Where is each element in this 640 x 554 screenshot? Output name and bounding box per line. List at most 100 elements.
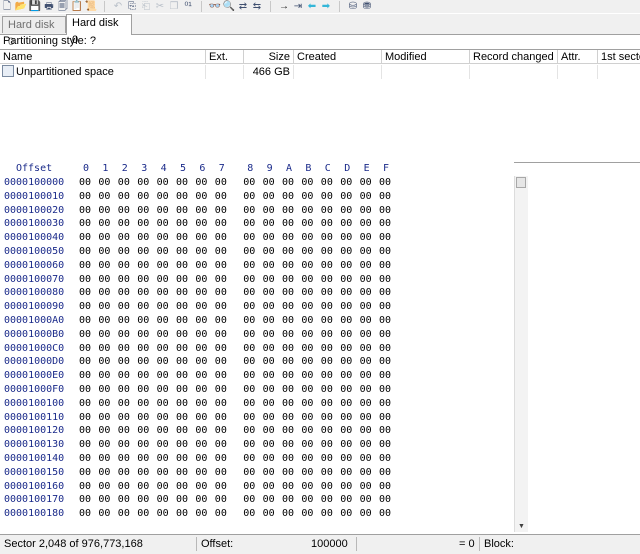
hex-byte[interactable]: 00: [243, 286, 255, 299]
hex-byte[interactable]: 00: [379, 300, 391, 313]
hex-byte[interactable]: 00: [301, 259, 313, 272]
hex-byte[interactable]: 00: [157, 273, 169, 286]
hex-byte[interactable]: 00: [301, 300, 313, 313]
hex-byte[interactable]: 00: [176, 328, 188, 341]
hex-byte[interactable]: 00: [282, 397, 294, 410]
hex-byte[interactable]: 00: [215, 273, 227, 286]
copy-icon[interactable]: ⎘: [125, 1, 139, 12]
hex-byte[interactable]: 00: [360, 259, 372, 272]
hex-byte[interactable]: 00: [195, 466, 207, 479]
hex-byte[interactable]: 00: [321, 438, 333, 451]
hex-byte[interactable]: 00: [79, 342, 91, 355]
hex-byte[interactable]: 00: [176, 217, 188, 230]
hex-byte[interactable]: 00: [118, 176, 130, 189]
hex-byte[interactable]: 00: [157, 480, 169, 493]
hex-byte[interactable]: 00: [243, 245, 255, 258]
hex-byte[interactable]: 00: [195, 273, 207, 286]
hex-byte[interactable]: 00: [118, 217, 130, 230]
hex-byte[interactable]: 00: [379, 493, 391, 506]
hex-byte[interactable]: 00: [98, 480, 110, 493]
hex-byte[interactable]: 00: [195, 217, 207, 230]
hex-offset[interactable]: 0000100140: [4, 452, 64, 465]
hex-byte[interactable]: 00: [137, 273, 149, 286]
hex-byte[interactable]: 00: [215, 300, 227, 313]
hex-byte[interactable]: 00: [157, 176, 169, 189]
hex-byte[interactable]: 00: [360, 273, 372, 286]
hex-byte[interactable]: 00: [176, 411, 188, 424]
column-header-attr[interactable]: Attr.: [558, 50, 598, 64]
hex-offset[interactable]: 00001000A0: [4, 314, 64, 327]
hex-byte[interactable]: 00: [98, 328, 110, 341]
hex-offset[interactable]: 0000100000: [4, 176, 64, 189]
hex-byte[interactable]: 00: [360, 176, 372, 189]
new-file-icon[interactable]: 🗋: [0, 1, 14, 12]
table-row-name[interactable]: Unpartitioned space: [0, 65, 206, 79]
hex-byte[interactable]: 00: [157, 217, 169, 230]
hex-byte[interactable]: 00: [321, 259, 333, 272]
hex-byte[interactable]: 00: [243, 273, 255, 286]
hex-byte[interactable]: 00: [215, 342, 227, 355]
hex-byte[interactable]: 00: [340, 452, 352, 465]
back-icon[interactable]: ⬅: [305, 1, 319, 12]
properties-icon[interactable]: 🗐: [56, 1, 70, 12]
hex-byte[interactable]: 00: [215, 245, 227, 258]
hex-byte[interactable]: 00: [215, 369, 227, 382]
hex-byte[interactable]: 00: [360, 438, 372, 451]
hex-byte[interactable]: 00: [301, 314, 313, 327]
hex-byte[interactable]: 00: [360, 190, 372, 203]
hex-byte[interactable]: 00: [263, 273, 275, 286]
hex-byte[interactable]: 00: [215, 493, 227, 506]
hex-byte[interactable]: 00: [321, 507, 333, 520]
hex-byte[interactable]: 00: [282, 411, 294, 424]
clone-icon[interactable]: ❐: [167, 1, 181, 12]
hex-byte[interactable]: 00: [118, 493, 130, 506]
hex-byte[interactable]: 00: [176, 204, 188, 217]
hex-byte[interactable]: 00: [176, 493, 188, 506]
hex-byte[interactable]: 00: [176, 342, 188, 355]
hex-byte[interactable]: 00: [263, 424, 275, 437]
hex-byte[interactable]: 00: [379, 176, 391, 189]
hex-byte[interactable]: 00: [263, 328, 275, 341]
cut-icon[interactable]: ✂: [153, 1, 167, 12]
hex-byte[interactable]: 00: [360, 300, 372, 313]
hex-byte[interactable]: 00: [321, 245, 333, 258]
hex-byte[interactable]: 00: [243, 328, 255, 341]
hex-byte[interactable]: 00: [379, 397, 391, 410]
hex-byte[interactable]: 00: [243, 411, 255, 424]
hex-byte[interactable]: 00: [360, 314, 372, 327]
hex-byte[interactable]: 00: [118, 424, 130, 437]
hex-byte[interactable]: 00: [118, 480, 130, 493]
hex-byte[interactable]: 00: [360, 369, 372, 382]
hex-byte[interactable]: 00: [340, 204, 352, 217]
hex-byte[interactable]: 00: [98, 411, 110, 424]
hex-byte[interactable]: 00: [118, 231, 130, 244]
hex-byte[interactable]: 00: [79, 176, 91, 189]
hex-byte[interactable]: 00: [118, 369, 130, 382]
hex-byte[interactable]: 00: [176, 245, 188, 258]
hex-byte[interactable]: 00: [79, 231, 91, 244]
hex-byte[interactable]: 00: [98, 286, 110, 299]
hex-byte[interactable]: 00: [263, 231, 275, 244]
hex-byte[interactable]: 00: [301, 176, 313, 189]
hex-byte[interactable]: 00: [176, 383, 188, 396]
column-header-ext[interactable]: Ext.: [206, 50, 244, 64]
hex-byte[interactable]: 00: [195, 411, 207, 424]
hex-byte[interactable]: 00: [243, 369, 255, 382]
hex-byte[interactable]: 00: [321, 452, 333, 465]
hex-byte[interactable]: 00: [301, 493, 313, 506]
hex-byte[interactable]: 00: [321, 424, 333, 437]
hex-byte[interactable]: 00: [321, 328, 333, 341]
hex-offset[interactable]: 00001000E0: [4, 369, 64, 382]
hex-byte[interactable]: 00: [263, 286, 275, 299]
hex-byte[interactable]: 00: [118, 452, 130, 465]
hex-byte[interactable]: 00: [243, 424, 255, 437]
hex-byte[interactable]: 00: [176, 314, 188, 327]
hex-byte[interactable]: 00: [243, 466, 255, 479]
hex-byte[interactable]: 00: [360, 286, 372, 299]
hex-byte[interactable]: 00: [215, 424, 227, 437]
hex-offset[interactable]: 0000100020: [4, 204, 64, 217]
hex-byte[interactable]: 00: [98, 314, 110, 327]
hex-byte[interactable]: 00: [98, 190, 110, 203]
undo-icon[interactable]: ↶: [111, 1, 125, 12]
hex-byte[interactable]: 00: [263, 204, 275, 217]
